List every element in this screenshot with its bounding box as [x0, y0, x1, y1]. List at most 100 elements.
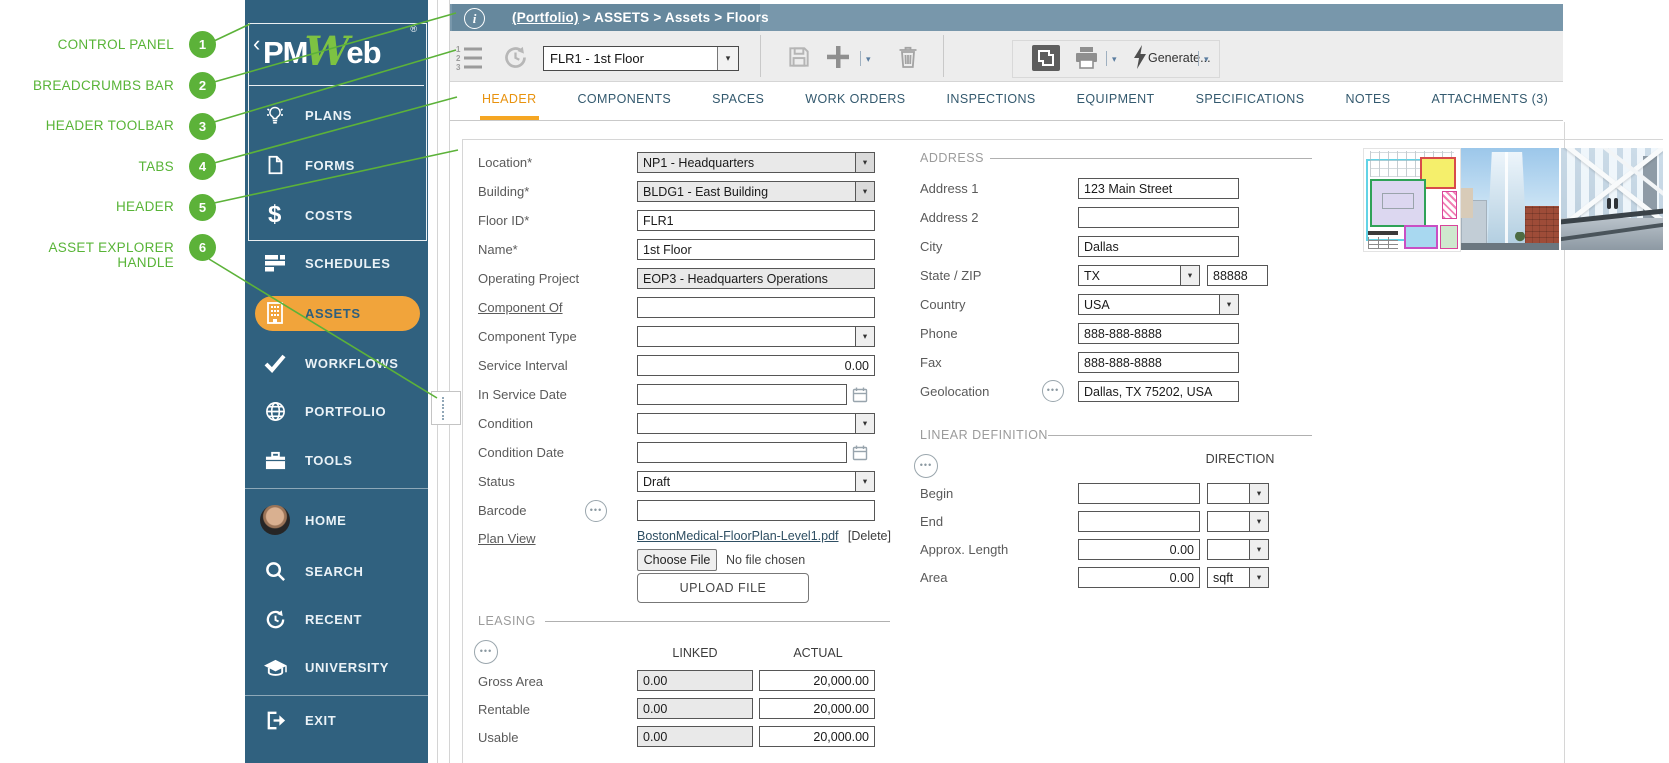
info-icon[interactable]: i [464, 8, 485, 29]
zip-input[interactable]: 88888 [1207, 265, 1268, 286]
approx-length-input[interactable]: 0.00 [1078, 539, 1200, 560]
address2-input[interactable] [1078, 207, 1239, 228]
tab-spaces[interactable]: SPACES [710, 82, 766, 120]
service-interval-input[interactable]: 0.00 [637, 355, 875, 376]
state-select[interactable]: TX▾ [1078, 265, 1200, 286]
tab-equipment[interactable]: EQUIPMENT [1075, 82, 1157, 120]
print-icon[interactable] [1074, 46, 1099, 74]
calendar-icon[interactable] [852, 444, 868, 466]
sidebar-item-tools[interactable]: TOOLS [245, 443, 428, 477]
country-select[interactable]: USA▾ [1078, 294, 1239, 315]
geolocation-input[interactable]: Dallas, TX 75202, USA [1078, 381, 1239, 402]
no-file-text: No file chosen [726, 553, 805, 567]
end-direction-select[interactable]: ▾ [1207, 511, 1269, 532]
usable-actual-input[interactable]: 20,000.00 [759, 726, 875, 747]
sidebar-item-portfolio[interactable]: PORTFOLIO [245, 394, 428, 428]
recent-records-icon[interactable] [502, 44, 529, 76]
upload-file-button[interactable]: UPLOAD FILE [637, 573, 809, 603]
sidebar-item-workflows[interactable]: WORKFLOWS [245, 346, 428, 380]
floor-id-input[interactable]: FLR1 [637, 210, 875, 231]
component-type-select[interactable]: ▾ [637, 326, 875, 347]
rentable-actual-input[interactable]: 20,000.00 [759, 698, 875, 719]
dropdown-arrow-icon[interactable]: ▾ [855, 182, 874, 201]
save-icon[interactable] [786, 44, 812, 75]
fax-input[interactable]: 888-888-8888 [1078, 352, 1239, 373]
add-dropdown-arrow-icon[interactable]: ▾ [866, 54, 871, 65]
name-input[interactable]: 1st Floor [637, 239, 875, 260]
floor-plan-thumbnail[interactable] [1363, 148, 1461, 252]
choose-file-button[interactable]: Choose File [637, 549, 717, 571]
breadcrumb-portfolio-link[interactable]: (Portfolio) [512, 10, 579, 25]
address1-input[interactable]: 123 Main Street [1078, 178, 1239, 199]
sidebar-item-university[interactable]: UNIVERSITY [245, 650, 428, 684]
dropdown-arrow-icon[interactable]: ▾ [717, 47, 738, 70]
tab-header[interactable]: HEADER [480, 82, 539, 120]
sidebar-item-search[interactable]: SEARCH [245, 554, 428, 588]
dropdown-arrow-icon[interactable]: ▾ [1219, 295, 1238, 314]
barcode-ellipsis-button[interactable]: ••• [585, 500, 607, 522]
leasing-ellipsis-button[interactable]: ••• [474, 640, 498, 664]
tab-components[interactable]: COMPONENTS [576, 82, 674, 120]
dropdown-arrow-icon[interactable]: ▾ [1249, 568, 1268, 587]
end-input[interactable] [1078, 511, 1200, 532]
field-label: Usable [478, 730, 518, 745]
begin-input[interactable] [1078, 483, 1200, 504]
sidebar-item-recent[interactable]: RECENT [245, 602, 428, 636]
dropdown-arrow-icon[interactable]: ▾ [855, 414, 874, 433]
component-of-input[interactable] [637, 297, 875, 318]
dropdown-arrow-icon[interactable]: ▾ [1180, 266, 1199, 285]
interior-photo-thumbnail[interactable] [1561, 148, 1663, 250]
tab-work-orders[interactable]: WORK ORDERS [803, 82, 907, 120]
phone-input[interactable]: 888-888-8888 [1078, 323, 1239, 344]
sidebar-item-home[interactable]: HOME [245, 503, 428, 537]
add-record-icon[interactable] [826, 45, 850, 74]
sidebar-item-exit[interactable]: EXIT [245, 703, 428, 737]
dropdown-arrow-icon[interactable]: ▾ [1249, 540, 1268, 559]
city-input[interactable]: Dallas [1078, 236, 1239, 257]
building-select[interactable]: BLDG1 - East Building▾ [637, 181, 875, 202]
area-unit-select[interactable]: sqft▾ [1207, 567, 1269, 588]
dropdown-arrow-icon[interactable]: ▾ [1249, 512, 1268, 531]
condition-select[interactable]: ▾ [637, 413, 875, 434]
calendar-icon[interactable] [852, 386, 868, 408]
dropdown-arrow-icon[interactable]: ▾ [855, 327, 874, 346]
barcode-input[interactable] [637, 500, 875, 521]
numbered-list-icon[interactable]: 123 [455, 43, 483, 76]
location-select[interactable]: NP1 - Headquarters▾ [637, 152, 875, 173]
condition-date-input[interactable] [637, 442, 847, 463]
lightbulb-icon [259, 103, 291, 127]
layout-view-button[interactable] [1032, 45, 1060, 71]
delete-icon[interactable] [896, 45, 920, 75]
tab-notes[interactable]: NOTES [1343, 82, 1392, 120]
tab-attachments[interactable]: ATTACHMENTS (3) [1430, 82, 1551, 120]
sidebar-item-plans[interactable]: PLANS [245, 98, 428, 132]
linear-definition-ellipsis-button[interactable]: ••• [914, 454, 938, 478]
sidebar-item-forms[interactable]: FORMS [245, 148, 428, 182]
tab-specifications[interactable]: SPECIFICATIONS [1194, 82, 1307, 120]
area-input[interactable]: 0.00 [1078, 567, 1200, 588]
approx-length-direction-select[interactable]: ▾ [1207, 539, 1269, 560]
plan-view-link[interactable]: Plan View [478, 531, 536, 546]
dropdown-arrow-icon[interactable]: ▾ [855, 472, 874, 491]
building-photo-thumbnail[interactable] [1461, 148, 1559, 250]
generate-lightning-icon[interactable] [1132, 44, 1148, 75]
svg-text:2: 2 [456, 54, 461, 63]
asset-explorer-handle[interactable] [442, 395, 445, 422]
gross-area-actual-input[interactable]: 20,000.00 [759, 670, 875, 691]
generate-dropdown-arrow-icon[interactable]: ▾ [1204, 54, 1209, 65]
generate-button[interactable]: Generate... [1148, 51, 1211, 65]
sidebar-item-assets[interactable]: ASSETS [245, 296, 428, 330]
dropdown-arrow-icon[interactable]: ▾ [855, 153, 874, 172]
print-dropdown-arrow-icon[interactable]: ▾ [1112, 54, 1117, 65]
dropdown-arrow-icon[interactable]: ▾ [1249, 484, 1268, 503]
tab-inspections[interactable]: INSPECTIONS [945, 82, 1038, 120]
geolocation-ellipsis-button[interactable]: ••• [1042, 380, 1064, 402]
begin-direction-select[interactable]: ▾ [1207, 483, 1269, 504]
record-selector[interactable]: FLR1 - 1st Floor ▾ [543, 46, 739, 71]
component-of-link[interactable]: Component Of [478, 300, 563, 315]
sidebar-item-schedules[interactable]: SCHEDULES [245, 246, 428, 280]
delete-file-link[interactable]: [Delete] [800, 529, 891, 543]
status-select[interactable]: Draft▾ [637, 471, 875, 492]
sidebar-item-costs[interactable]: $COSTS [245, 198, 428, 232]
in-service-date-input[interactable] [637, 384, 847, 405]
